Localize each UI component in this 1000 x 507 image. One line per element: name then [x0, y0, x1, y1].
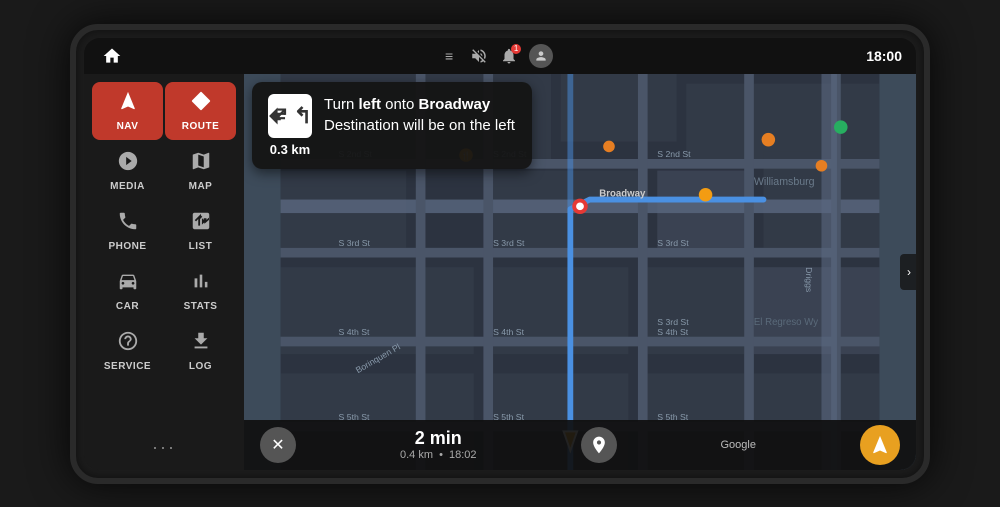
stats-icon — [190, 270, 212, 298]
svg-text:Broadway: Broadway — [599, 188, 646, 199]
bracket-right — [924, 224, 930, 284]
menu-icon[interactable]: ≡ — [439, 46, 459, 66]
car-infotainment-unit: ≡ 1 — [70, 24, 930, 484]
nav-instruction-card: ↰ 0.3 km Turn left onto Broadway Destina… — [252, 82, 532, 169]
turn-instruction: Turn left onto Broadway Destination will… — [324, 94, 516, 136]
list-icon — [190, 210, 212, 238]
sidebar-item-car[interactable]: CAR — [92, 262, 163, 320]
svg-text:El Regreso Wy: El Regreso Wy — [754, 317, 818, 328]
svg-text:Williamsburg: Williamsburg — [754, 176, 815, 188]
media-label: MEDIA — [110, 181, 145, 192]
trip-detail: 0.4 km • 18:02 — [400, 449, 477, 461]
avatar-icon[interactable] — [529, 44, 553, 68]
sidebar-item-list[interactable]: LIST — [165, 202, 236, 260]
phone-label: PHONE — [108, 241, 146, 252]
svg-text:Driggs: Driggs — [804, 267, 814, 293]
nav-arrow-icon — [117, 90, 139, 118]
screen: ≡ 1 — [84, 38, 916, 470]
more-dots[interactable]: ··· — [152, 437, 176, 458]
car-icon — [117, 270, 139, 298]
trip-info: 2 min 0.4 km • 18:02 — [400, 428, 477, 461]
sidebar-item-media[interactable]: MEDIA — [92, 142, 163, 200]
nav-grid: NAV ROUTE — [84, 78, 244, 384]
log-icon — [190, 330, 212, 358]
main-area: NAV ROUTE — [84, 74, 916, 470]
sidebar-item-phone[interactable]: PHONE — [92, 202, 163, 260]
route-label: ROUTE — [182, 121, 220, 132]
phone-icon — [117, 210, 139, 238]
svg-text:S 3rd St: S 3rd St — [657, 237, 689, 247]
nav-distance: 0.3 km — [270, 142, 310, 157]
service-label: SERVICE — [104, 361, 151, 372]
nav-instruction-text: Turn left onto Broadway Destination will… — [324, 94, 516, 136]
turn-indicator: ↰ 0.3 km — [268, 94, 312, 157]
sidebar-item-route[interactable]: ROUTE — [165, 82, 236, 140]
google-label: Google — [720, 439, 755, 451]
nav-label: NAV — [117, 121, 139, 132]
stats-label: STATS — [184, 301, 218, 312]
media-icon — [117, 150, 139, 178]
sidebar-item-stats[interactable]: STATS — [165, 262, 236, 320]
route-arrow-icon — [190, 90, 212, 118]
svg-text:S 3rd St: S 3rd St — [657, 317, 689, 327]
sidebar-item-nav[interactable]: NAV — [92, 82, 163, 140]
trip-time: 2 min — [415, 428, 462, 449]
svg-text:S 3rd St: S 3rd St — [339, 237, 371, 247]
turn-arrow-box: ↰ — [268, 94, 312, 138]
sidebar-item-log[interactable]: LOG — [165, 322, 236, 380]
list-label: LIST — [189, 241, 213, 252]
mute-icon[interactable] — [469, 46, 489, 66]
sidebar-item-service[interactable]: SERVICE — [92, 322, 163, 380]
map-icon — [190, 150, 212, 178]
svg-text:S 4th St: S 4th St — [657, 326, 688, 336]
svg-text:S 4th St: S 4th St — [339, 326, 370, 336]
bottom-bar: ✕ 2 min 0.4 km • 18:02 — [244, 420, 916, 470]
map-expand-chevron[interactable]: › — [900, 254, 916, 290]
sidebar-item-map[interactable]: MAP — [165, 142, 236, 200]
close-navigation-button[interactable]: ✕ — [260, 427, 296, 463]
svg-text:S 3rd St: S 3rd St — [493, 237, 525, 247]
map-label: MAP — [189, 181, 213, 192]
separator: • — [439, 449, 443, 461]
svg-text:S 2nd St: S 2nd St — [657, 149, 691, 159]
bracket-left — [70, 224, 76, 284]
status-time: 18:00 — [866, 48, 902, 64]
bell-icon[interactable]: 1 — [499, 46, 519, 66]
status-center: ≡ 1 — [439, 44, 553, 68]
waypoint-button[interactable] — [581, 427, 617, 463]
sidebar: NAV ROUTE — [84, 74, 244, 470]
status-left — [98, 42, 126, 70]
svg-text:S 4th St: S 4th St — [493, 326, 524, 336]
car-label: CAR — [116, 301, 139, 312]
service-icon — [117, 330, 139, 358]
log-label: LOG — [189, 361, 212, 372]
status-bar: ≡ 1 — [84, 38, 916, 74]
sidebar-bottom: ··· — [84, 429, 244, 466]
home-button[interactable] — [98, 42, 126, 70]
bell-badge: 1 — [511, 44, 521, 54]
compass-button[interactable] — [860, 425, 900, 465]
map-container[interactable]: 🍴 S 2nd St S 3rd St S 4th St S 5th St — [244, 74, 916, 470]
